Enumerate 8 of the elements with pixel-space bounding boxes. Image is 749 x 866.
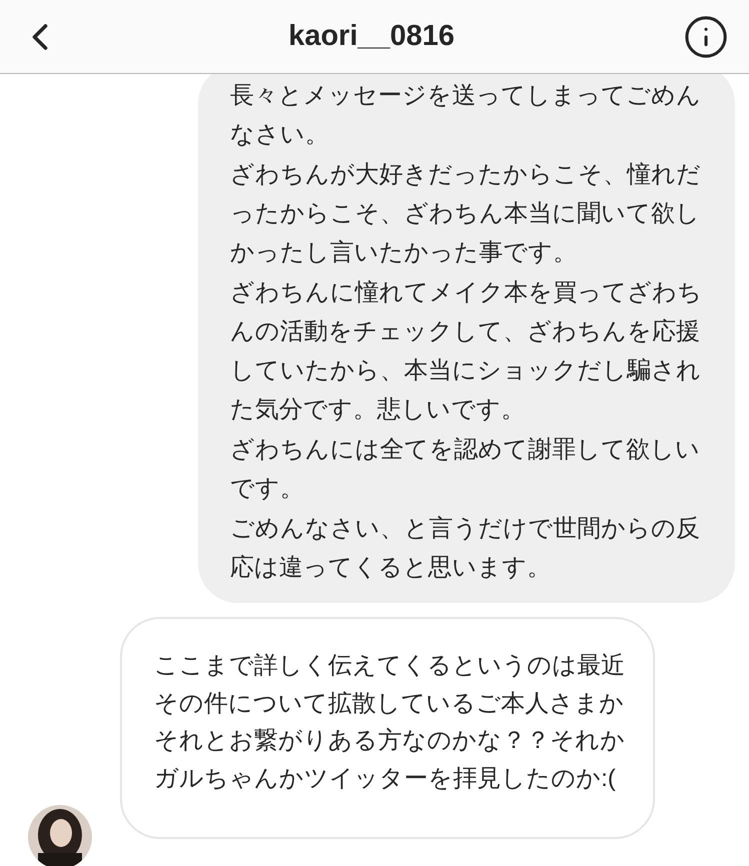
message-text: ざわちんが大好きだったからこそ、憧れだったからこそ、ざわちん本当に聞いて欲しかったし言いたかった事です。 bbox=[230, 160, 702, 268]
message-text: 長々とメッセージを送ってしまってごめんなさい。 bbox=[230, 81, 702, 150]
message-text: ここまで詳しく伝えてくるというのは最近その件について拡散しているご本人さまかそれとお繋がりある方なのかな？？それかガルちゃんかツイッターを拝見したのか:( bbox=[154, 651, 626, 794]
message-text: ざわちんには全てを認めて謝罪して欲しいです。 bbox=[230, 435, 701, 504]
message-text: ごめんなさい、と言うだけで世間からの反応は違ってくると思います。 bbox=[230, 514, 701, 583]
info-icon bbox=[683, 14, 729, 60]
chat-title: kaori__0816 bbox=[288, 18, 455, 54]
message-text: ざわちんに憧れてメイク本を買ってざわちんの活動をチェックして、ざわちんを応援していたから、本当にショックだし騙された気分です。悲しいです。 bbox=[230, 278, 703, 425]
